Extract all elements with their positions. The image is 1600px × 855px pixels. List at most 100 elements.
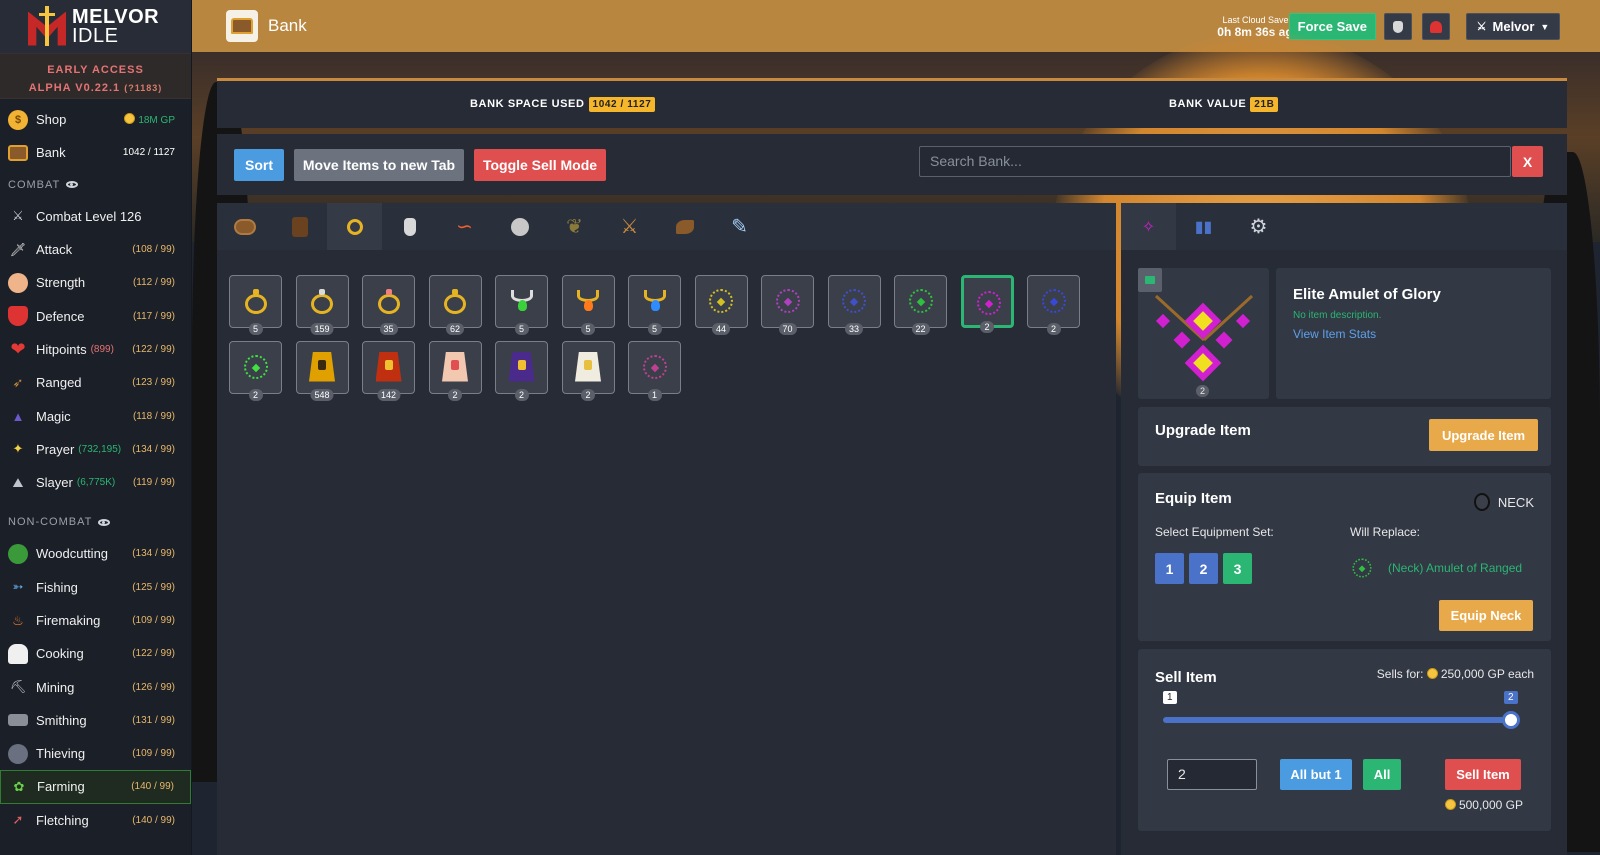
- all-button[interactable]: All: [1363, 759, 1401, 790]
- chevron-down-icon: ▼: [1540, 21, 1550, 32]
- amulet-icon: [1041, 288, 1066, 313]
- tab-stats[interactable]: ▮▮: [1176, 203, 1231, 250]
- bank-item-slot[interactable]: 33: [827, 275, 881, 335]
- item-quantity: 33: [844, 323, 864, 335]
- bank-item-slot[interactable]: 2: [1027, 275, 1080, 335]
- user-menu[interactable]: ⚔ Melvor ▼: [1466, 13, 1560, 40]
- tab-item[interactable]: ✧: [1121, 203, 1176, 250]
- tab-wood[interactable]: [272, 203, 327, 250]
- tab-ore[interactable]: [492, 203, 547, 250]
- bank-item-slot[interactable]: 5: [561, 275, 615, 335]
- sell-quantity-input[interactable]: 2: [1167, 759, 1257, 790]
- sidebar-item-fishing[interactable]: ➳ Fishing (125 / 99): [0, 571, 191, 604]
- sidebar-item-shop[interactable]: $ Shop 18M GP: [0, 103, 191, 136]
- tab-fish[interactable]: ∽: [437, 203, 492, 250]
- fish-icon: ➳: [12, 579, 24, 595]
- bank-item-slot[interactable]: 2: [960, 275, 1014, 333]
- potion-button[interactable]: [1384, 13, 1412, 40]
- sidebar-item-mining[interactable]: ⛏ Mining (126 / 99): [0, 670, 191, 703]
- bank-item-slot[interactable]: 70: [761, 275, 814, 335]
- ring-icon: [311, 288, 333, 314]
- equip-neck-button[interactable]: Equip Neck: [1439, 600, 1533, 631]
- sidebar: MELVOR IDLE EARLY ACCESS ALPHA V0.22.1 (?…: [0, 0, 192, 855]
- tab-potions[interactable]: [382, 203, 437, 250]
- sidebar-item-farming[interactable]: ✿ Farming (140 / 99): [0, 770, 191, 804]
- bank-item-slot[interactable]: 35: [362, 275, 415, 335]
- bank-item-slot[interactable]: 2: [561, 341, 615, 401]
- header: Bank Last Cloud Save ? 0h 8m 36s ago For…: [192, 0, 1600, 52]
- eye-icon[interactable]: [98, 518, 111, 526]
- equipment-set-3-button[interactable]: 3: [1223, 553, 1252, 584]
- elite-amulet-of-glory-icon: [1154, 294, 1254, 382]
- tab-logs[interactable]: [217, 203, 272, 250]
- equipment-set-1-button[interactable]: 1: [1155, 553, 1184, 584]
- upgrade-item-button[interactable]: Upgrade Item: [1429, 419, 1538, 451]
- sidebar-item-woodcutting[interactable]: Woodcutting (134 / 99): [0, 537, 191, 570]
- sidebar-item-hitpoints[interactable]: ❤ Hitpoints (899) (122 / 99): [0, 333, 191, 366]
- sidebar-item-prayer[interactable]: ✦ Prayer (732,195) (134 / 99): [0, 433, 191, 466]
- bank-item-slot[interactable]: 1: [628, 341, 681, 401]
- crossed-swords-icon: ⚔: [12, 208, 24, 224]
- sidebar-item-thieving[interactable]: Thieving (109 / 99): [0, 737, 191, 770]
- sort-button[interactable]: Sort: [234, 149, 284, 181]
- bank-item-slot[interactable]: 5: [229, 275, 282, 335]
- sidebar-item-strength[interactable]: Strength (112 / 99): [0, 266, 191, 299]
- tab-settings[interactable]: ⚙: [1231, 203, 1286, 250]
- toggle-sell-mode-button[interactable]: Toggle Sell Mode: [474, 149, 606, 181]
- tab-leather[interactable]: [657, 203, 712, 250]
- sidebar-item-smithing[interactable]: Smithing (131 / 99): [0, 704, 191, 737]
- bank-chest-icon: [8, 144, 28, 161]
- sidebar-item-fletching[interactable]: ➚ Fletching (140 / 99): [0, 804, 191, 837]
- leather-icon: [675, 219, 694, 234]
- item-quantity: 22: [911, 323, 930, 335]
- bank-item-slot[interactable]: 2: [495, 341, 548, 401]
- bank-item-slot[interactable]: 44: [694, 275, 748, 335]
- item-quantity: 2: [581, 389, 595, 401]
- sell-quantity-slider[interactable]: [1163, 717, 1513, 723]
- sidebar-item-defence[interactable]: Defence (117 / 99): [0, 299, 191, 332]
- combat-header[interactable]: COMBAT: [0, 170, 191, 200]
- search-input[interactable]: Search Bank...: [919, 146, 1511, 177]
- bank-item-slot[interactable]: 22: [894, 275, 947, 335]
- sidebar-item-combat[interactable]: ⚔ Combat Level 126: [0, 200, 191, 233]
- seeds-icon: ❦: [566, 216, 583, 238]
- bank-item-slot[interactable]: 142: [362, 341, 415, 401]
- sidebar-item-ranged[interactable]: ➶ Ranged (123 / 99): [0, 366, 191, 399]
- sidebar-item-magic[interactable]: ▲ Magic (118 / 99): [0, 399, 191, 432]
- tab-seeds[interactable]: ❦: [547, 203, 602, 250]
- clear-search-button[interactable]: X: [1512, 146, 1543, 177]
- sell-item-button[interactable]: Sell Item: [1445, 759, 1521, 790]
- bank-item-slot[interactable]: 62: [428, 275, 482, 335]
- bank-item-slot[interactable]: 2: [428, 341, 482, 401]
- view-item-stats-link[interactable]: View Item Stats: [1293, 327, 1376, 341]
- tab-weapons[interactable]: ⚔: [602, 203, 657, 250]
- move-items-button[interactable]: Move Items to new Tab: [294, 149, 464, 181]
- bank-item-slot[interactable]: 5: [628, 275, 681, 335]
- bank-item-slot[interactable]: 548: [295, 341, 349, 401]
- sidebar-item-slayer[interactable]: ⛰ Slayer (6,775K) (119 / 99): [0, 466, 191, 499]
- noncombat-header[interactable]: NON-COMBAT: [0, 507, 191, 537]
- bank-toolbar: Sort Move Items to new Tab Toggle Sell M…: [217, 134, 1567, 195]
- slider-handle[interactable]: [1502, 711, 1520, 729]
- tab-misc[interactable]: ✎: [712, 203, 767, 250]
- equip-slot: NECK: [1473, 493, 1534, 511]
- bank-item-slot[interactable]: 5: [495, 275, 548, 335]
- bank-item-slot[interactable]: 159: [295, 275, 349, 335]
- all-but-one-button[interactable]: All but 1: [1280, 759, 1352, 790]
- item-info: Elite Amulet of Glory No item descriptio…: [1276, 268, 1551, 399]
- thief-icon: [8, 743, 28, 764]
- logo[interactable]: MELVOR IDLE: [0, 0, 191, 53]
- sidebar-item-bank[interactable]: Bank 1042 / 1127: [0, 136, 191, 169]
- bank-item-slot[interactable]: 2: [229, 341, 282, 401]
- item-quantity: 2: [448, 389, 462, 401]
- heart-icon: ❤: [10, 338, 26, 359]
- helmet-button[interactable]: [1422, 13, 1450, 40]
- eye-icon[interactable]: [66, 181, 79, 189]
- equipment-set-2-button[interactable]: 2: [1189, 553, 1218, 584]
- amulet-of-ranged-icon: [1352, 558, 1372, 578]
- sidebar-item-attack[interactable]: 🗡 Attack (108 / 99): [0, 233, 191, 266]
- sidebar-item-firemaking[interactable]: ♨ Firemaking (109 / 99): [0, 604, 191, 637]
- sidebar-item-cooking[interactable]: Cooking (122 / 99): [0, 637, 191, 670]
- gp-icon: [1444, 799, 1456, 810]
- tab-jewelry[interactable]: [327, 203, 382, 250]
